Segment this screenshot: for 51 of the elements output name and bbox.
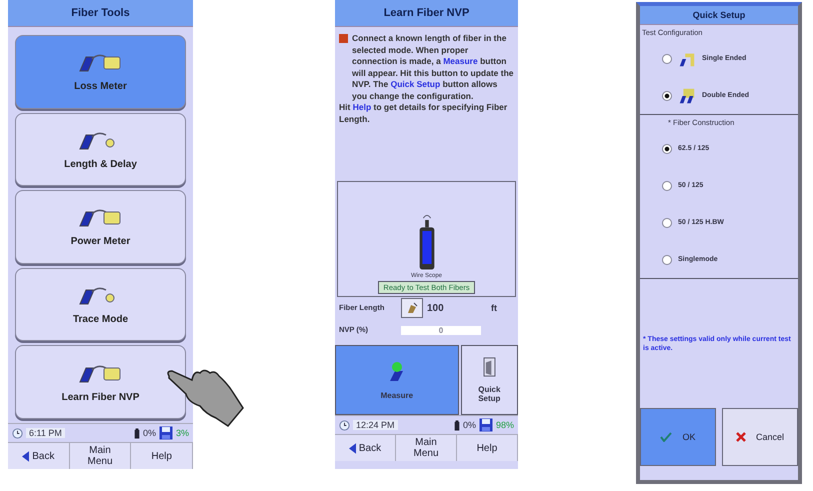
menu-tile[interactable]: Loss Meter bbox=[15, 35, 186, 109]
back-arrow-icon bbox=[348, 442, 356, 454]
dialog-title: Quick Setup bbox=[640, 6, 798, 25]
measure-button[interactable]: Measure bbox=[335, 345, 459, 415]
clock-icon bbox=[339, 420, 350, 430]
radio-button[interactable] bbox=[662, 54, 672, 64]
menu-tile[interactable]: Trace Mode bbox=[15, 268, 186, 342]
battery-icon bbox=[454, 420, 460, 430]
main-menu-button[interactable]: Main Menu bbox=[396, 435, 457, 461]
menu-tile[interactable]: Learn Fiber NVP bbox=[15, 345, 186, 419]
radio-button[interactable] bbox=[662, 180, 672, 190]
help-button[interactable]: Help bbox=[457, 435, 518, 461]
help-link[interactable]: Help bbox=[352, 102, 372, 112]
screen-title: Learn Fiber NVP bbox=[335, 0, 518, 27]
back-button[interactable]: Back bbox=[8, 443, 70, 469]
nvp-field: 0 bbox=[401, 326, 481, 334]
help-link[interactable]: Measure bbox=[443, 56, 478, 66]
storage-percent: 3% bbox=[176, 428, 189, 438]
pencil-hand-icon bbox=[405, 301, 419, 315]
edit-button[interactable] bbox=[401, 298, 423, 318]
back-button[interactable]: Back bbox=[335, 435, 396, 461]
door-icon bbox=[482, 357, 496, 377]
menu-tile[interactable]: Power Meter bbox=[15, 190, 186, 264]
unit-label: ft bbox=[491, 303, 497, 313]
radio-button[interactable] bbox=[662, 90, 672, 100]
screen-title: Fiber Tools bbox=[8, 0, 193, 27]
help-button[interactable]: Help bbox=[131, 443, 194, 469]
radio-button[interactable] bbox=[662, 218, 672, 228]
instructions-text: Hit Help to get details for specifying Fiber Length. bbox=[339, 102, 508, 125]
radio-button[interactable] bbox=[662, 254, 672, 264]
check-icon bbox=[660, 432, 672, 442]
battery-percent: 0% bbox=[142, 428, 156, 438]
double-ended-icon bbox=[678, 86, 696, 104]
ok-button[interactable]: OK bbox=[640, 408, 716, 466]
back-arrow-icon bbox=[22, 450, 30, 462]
cancel-button[interactable]: Cancel bbox=[722, 408, 798, 466]
clock-time: 6:11 PM bbox=[26, 428, 65, 438]
clock-time: 12:24 PM bbox=[353, 420, 398, 430]
main-menu-button[interactable]: Main Menu bbox=[70, 443, 132, 469]
clock-icon bbox=[12, 428, 23, 438]
quick-setup-button[interactable]: Quick Setup bbox=[460, 345, 518, 415]
fiber-length-value: 100 bbox=[427, 302, 445, 314]
close-icon bbox=[736, 432, 746, 442]
help-link[interactable]: Quick Setup bbox=[390, 79, 440, 89]
radio-button[interactable] bbox=[662, 144, 672, 154]
instructions-text: Connect a known length of fiber in the selected mode. When proper connection is made, a Measure button will appear. Hit this button to update the NVP. The Quick Setup button allows you change the configuration. bbox=[352, 33, 514, 102]
battery-icon bbox=[134, 428, 140, 438]
battery-percent: 0% bbox=[462, 420, 476, 430]
stop-icon bbox=[339, 34, 348, 43]
menu-tile[interactable]: Length & Delay bbox=[15, 112, 186, 186]
storage-percent: 98% bbox=[496, 420, 514, 430]
